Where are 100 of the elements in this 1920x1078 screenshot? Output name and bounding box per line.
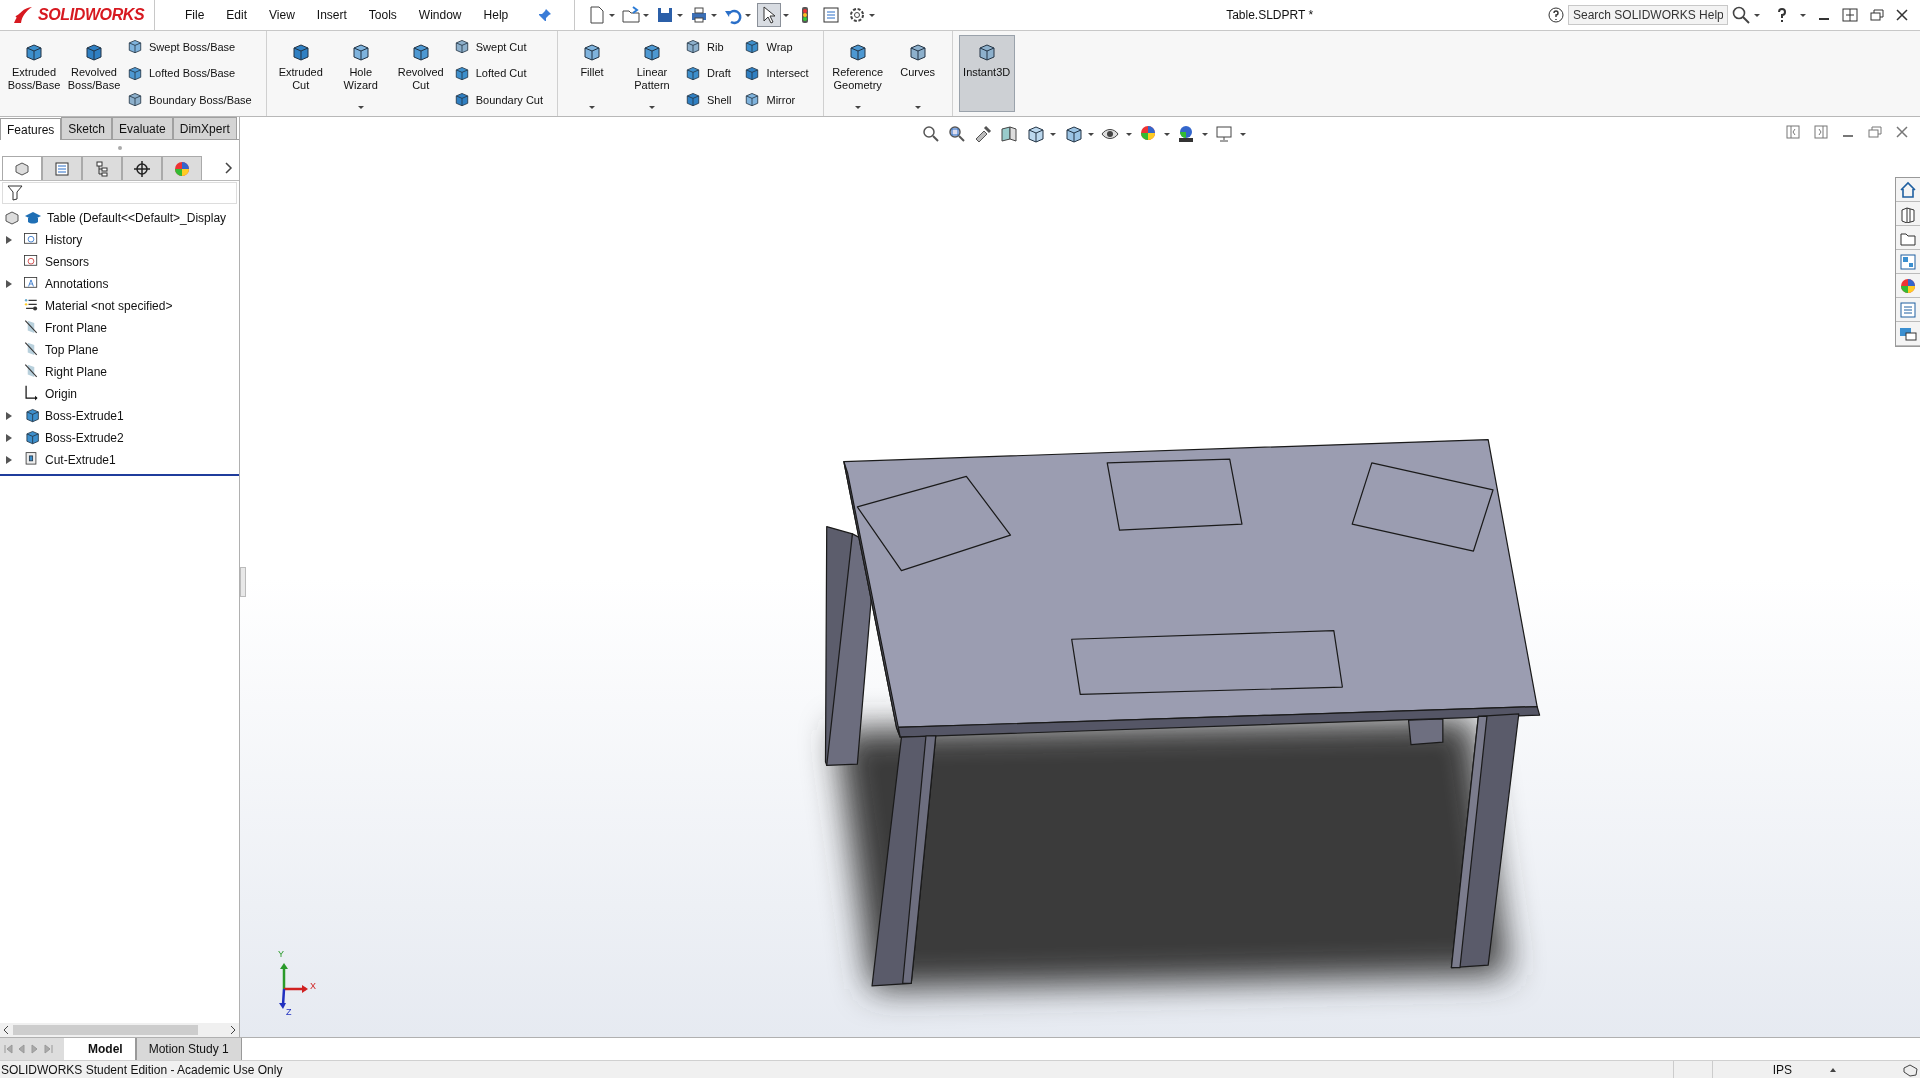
tree-item[interactable]: Material <not specified> [45,297,173,315]
ribbon-button[interactable]: Reference Geometry [829,35,886,112]
expand-arrow-icon[interactable] [6,456,12,464]
tree-item[interactable]: History [45,231,83,249]
caret-icon[interactable] [643,13,650,17]
restore-icon[interactable] [1868,126,1882,138]
tree-item[interactable]: Table (Default<<Default>_Display [47,209,227,227]
filter-icon[interactable] [7,185,23,201]
caret-icon[interactable] [609,13,616,17]
select-tool-button[interactable] [757,3,782,27]
close-icon[interactable] [1896,9,1908,21]
bottom-tab[interactable]: Motion Study 1 [135,1038,242,1060]
ribbon-button[interactable]: Hole Wizard [332,35,389,112]
menu-item[interactable]: Window [416,6,464,24]
filter-field[interactable] [2,182,237,204]
scroll-right-icon[interactable] [230,1026,236,1034]
expand-arrow-icon[interactable] [6,280,12,288]
ribbon-button[interactable]: Draft [684,63,732,84]
appearance-ball-icon[interactable] [1899,276,1917,295]
ribbon-button[interactable]: Shell [684,90,732,110]
ribbon-button[interactable]: Lofted Boss/Base [126,63,252,84]
ribbon-button[interactable]: Extruded Cut [272,35,329,112]
caret-icon[interactable] [1754,13,1760,17]
ribbon-button[interactable]: Extruded Boss/Base [6,35,62,112]
restore-icon[interactable] [1870,9,1884,21]
caret-icon[interactable] [1164,132,1170,136]
ribbon-button[interactable]: Linear Pattern [624,35,680,112]
search-icon[interactable] [1732,6,1750,24]
caret-icon[interactable] [649,106,655,109]
ribbon-button[interactable]: Swept Boss/Base [126,37,252,57]
caret-icon[interactable] [854,106,861,109]
ribbon-button[interactable]: Revolved Cut [392,35,449,112]
ribbon-button[interactable]: Intersect [743,63,809,84]
menu-item[interactable]: Help [481,6,511,24]
scene-ball-icon[interactable] [1176,124,1196,144]
horizontal-scrollbar[interactable] [0,1023,239,1037]
caret-icon[interactable] [677,13,684,17]
section-view-icon[interactable] [998,124,1018,144]
menu-item[interactable]: Insert [314,6,349,24]
ribbon-button[interactable]: Instant3D [958,35,1015,112]
units-label[interactable]: IPS [1772,1060,1792,1078]
chevron-right-icon[interactable] [223,162,233,174]
ribbon-button[interactable]: Mirror [743,90,809,110]
panel-tab[interactable] [122,156,162,180]
tree-item[interactable]: Boss-Extrude2 [45,429,124,447]
pin-icon[interactable] [538,8,553,22]
menu-item[interactable]: View [267,6,297,24]
tree-item[interactable]: Top Plane [45,341,99,359]
monitor-icon[interactable] [1214,124,1234,144]
zoom-fit-icon[interactable] [920,124,940,144]
ribbon-button[interactable]: Rib [684,37,732,57]
caret-icon[interactable] [1126,132,1132,136]
ribbon-button[interactable]: Boundary Cut [452,90,543,110]
expand-arrow-icon[interactable] [6,412,12,420]
menu-item[interactable]: File [183,6,207,24]
ribbon-button[interactable]: Fillet [564,35,620,112]
caret-icon[interactable] [869,13,876,17]
tree-item[interactable]: Right Plane [45,363,108,381]
tile-right-icon[interactable] [1814,125,1828,139]
caret-icon[interactable] [1050,132,1056,136]
tile-icon[interactable] [1842,8,1858,22]
caret-icon[interactable] [914,106,921,109]
caret-icon[interactable] [745,13,752,17]
caret-icon[interactable] [783,13,790,17]
tree-item[interactable]: Origin [45,385,77,403]
expand-arrow-icon[interactable] [6,236,12,244]
command-tab[interactable]: Sketch [61,117,113,139]
grip-icon[interactable] [116,145,123,151]
tree-item[interactable]: Annotations [45,275,109,293]
expand-arrow-icon[interactable] [6,434,12,442]
ribbon-button[interactable]: Swept Cut [452,37,543,57]
zoom-area-icon[interactable] [946,124,966,144]
menu-item[interactable]: Tools [366,6,399,24]
home-icon[interactable] [1899,180,1917,199]
ribbon-button[interactable]: Curves [889,35,946,112]
command-tab[interactable]: Evaluate [112,117,173,139]
tree-item[interactable]: Sensors [45,253,90,271]
caret-icon[interactable] [357,106,364,109]
tree-item[interactable]: Cut-Extrude1 [45,451,116,469]
caret-icon[interactable] [1202,132,1208,136]
folder-icon[interactable] [621,5,642,25]
tile-left-icon[interactable] [1786,125,1800,139]
caret-icon[interactable] [711,13,718,17]
caret-icon[interactable] [589,106,595,109]
ribbon-button[interactable]: Wrap [743,37,809,57]
caret-icon[interactable] [1800,13,1806,17]
ribbon-button[interactable]: Lofted Cut [452,63,543,84]
help-icon[interactable] [1776,7,1788,23]
tree-item[interactable]: Front Plane [45,319,108,337]
menu-item[interactable]: Edit [224,6,250,24]
caret-icon[interactable] [1240,132,1246,136]
command-tab[interactable]: DimXpert [172,117,237,139]
scroll-left-icon[interactable] [3,1026,9,1034]
caret-up-icon[interactable] [1830,1067,1836,1072]
list-icon[interactable] [821,5,842,25]
command-tab[interactable]: Features [0,118,62,140]
ribbon-button[interactable]: Revolved Boss/Base [66,35,122,112]
search-field[interactable]: Search SOLIDWORKS Help [1568,5,1728,25]
tree-item[interactable]: Boss-Extrude1 [45,407,124,425]
scrollbar-thumb[interactable] [13,1025,198,1035]
